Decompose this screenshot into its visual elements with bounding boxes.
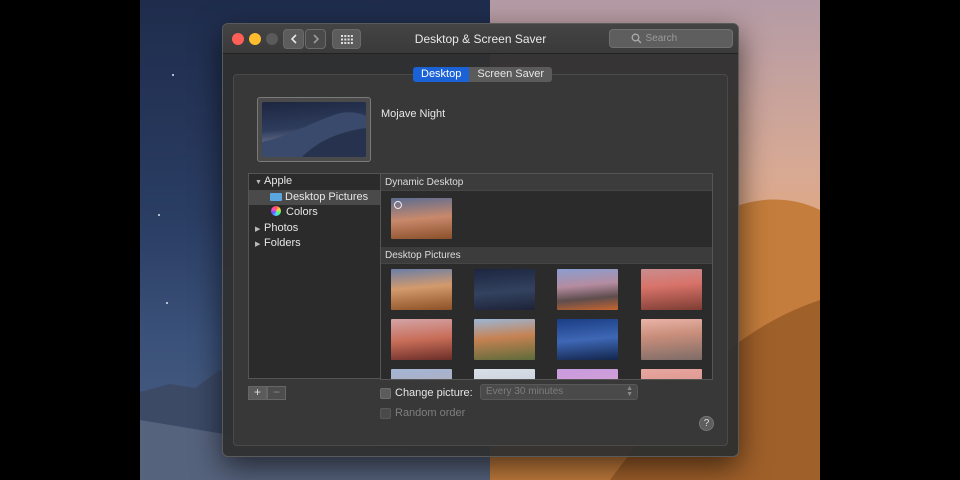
dynamic-desktop-grid xyxy=(381,191,712,247)
interval-value: Every 30 minutes xyxy=(486,386,564,397)
search-input[interactable] xyxy=(645,33,712,44)
disclosure-closed-icon[interactable]: ▶ xyxy=(255,222,264,238)
thumbnail-el-capitan[interactable] xyxy=(474,319,535,360)
wallpaper-preview xyxy=(257,97,371,162)
random-order-checkbox[interactable] xyxy=(380,408,391,419)
picture-browser: Dynamic Desktop Desktop Pictures xyxy=(380,173,713,380)
thumbnail-picture-10[interactable] xyxy=(474,369,535,379)
preview-dune-shape xyxy=(262,112,366,157)
section-header-pictures: Desktop Pictures xyxy=(381,247,712,264)
section-header-dynamic: Dynamic Desktop xyxy=(381,174,712,191)
tab-screen-saver[interactable]: Screen Saver xyxy=(469,67,553,82)
source-item-label: Colors xyxy=(286,206,318,218)
source-list: ▼ Apple Desktop Pictures Colors ▶ Photos ▶… xyxy=(248,173,381,379)
disclosure-closed-icon[interactable]: ▶ xyxy=(255,237,264,253)
interval-select[interactable]: Every 30 minutes ▲ ▼ xyxy=(480,384,638,400)
help-button[interactable]: ? xyxy=(699,416,714,431)
thumbnail-mojave-day[interactable] xyxy=(391,269,452,310)
source-item-label: Photos xyxy=(264,221,299,234)
search-icon xyxy=(631,33,641,44)
remove-folder-button[interactable]: − xyxy=(267,386,286,400)
source-item-colors[interactable]: Colors xyxy=(249,205,380,221)
thumbnail-dynamic-mojave[interactable] xyxy=(391,198,452,239)
desktop-pictures-grid xyxy=(381,264,712,379)
source-item-folders[interactable]: ▶ Folders xyxy=(249,236,380,252)
title-bar: Desktop & Screen Saver xyxy=(223,24,738,54)
random-order-label: Random order xyxy=(395,407,466,419)
search-field[interactable] xyxy=(609,29,733,48)
source-item-label: Desktop Pictures xyxy=(285,190,369,203)
tab-desktop[interactable]: Desktop xyxy=(413,67,470,82)
source-item-label: Apple xyxy=(264,175,293,187)
chevron-updown-icon: ▲ ▼ xyxy=(626,385,633,398)
source-item-desktop-pictures[interactable]: Desktop Pictures xyxy=(249,189,380,205)
change-picture-label: Change picture: xyxy=(395,387,473,399)
wallpaper-name: Mojave Night xyxy=(381,108,446,120)
thumbnail-high-sierra[interactable] xyxy=(557,269,618,310)
thumbnail-yosemite-night[interactable] xyxy=(557,319,618,360)
thumbnail-sierra-2[interactable] xyxy=(391,319,452,360)
dynamic-badge-icon xyxy=(394,201,402,209)
add-folder-button[interactable]: + xyxy=(248,386,267,400)
disclosure-open-icon[interactable]: ▼ xyxy=(255,175,264,191)
thumbnail-yosemite-half-dome[interactable] xyxy=(641,319,702,360)
thumbnail-picture-12[interactable] xyxy=(641,369,702,379)
tab-switcher: Desktop Screen Saver xyxy=(413,67,553,82)
thumbnail-mojave-night[interactable] xyxy=(474,269,535,310)
color-wheel-icon xyxy=(271,206,281,216)
preview-image xyxy=(262,102,366,157)
source-item-apple[interactable]: ▼ Apple xyxy=(249,174,380,190)
thumbnail-picture-9[interactable] xyxy=(391,369,452,379)
folder-icon xyxy=(270,192,282,201)
preferences-window: Desktop & Screen Saver Desktop Screen Sa… xyxy=(222,23,739,457)
source-item-photos[interactable]: ▶ Photos xyxy=(249,221,380,237)
thumbnail-sierra[interactable] xyxy=(641,269,702,310)
change-picture-checkbox[interactable] xyxy=(380,388,391,399)
add-remove-buttons: + − xyxy=(248,386,286,400)
source-item-label: Folders xyxy=(264,237,301,249)
thumbnail-picture-11[interactable] xyxy=(557,369,618,379)
